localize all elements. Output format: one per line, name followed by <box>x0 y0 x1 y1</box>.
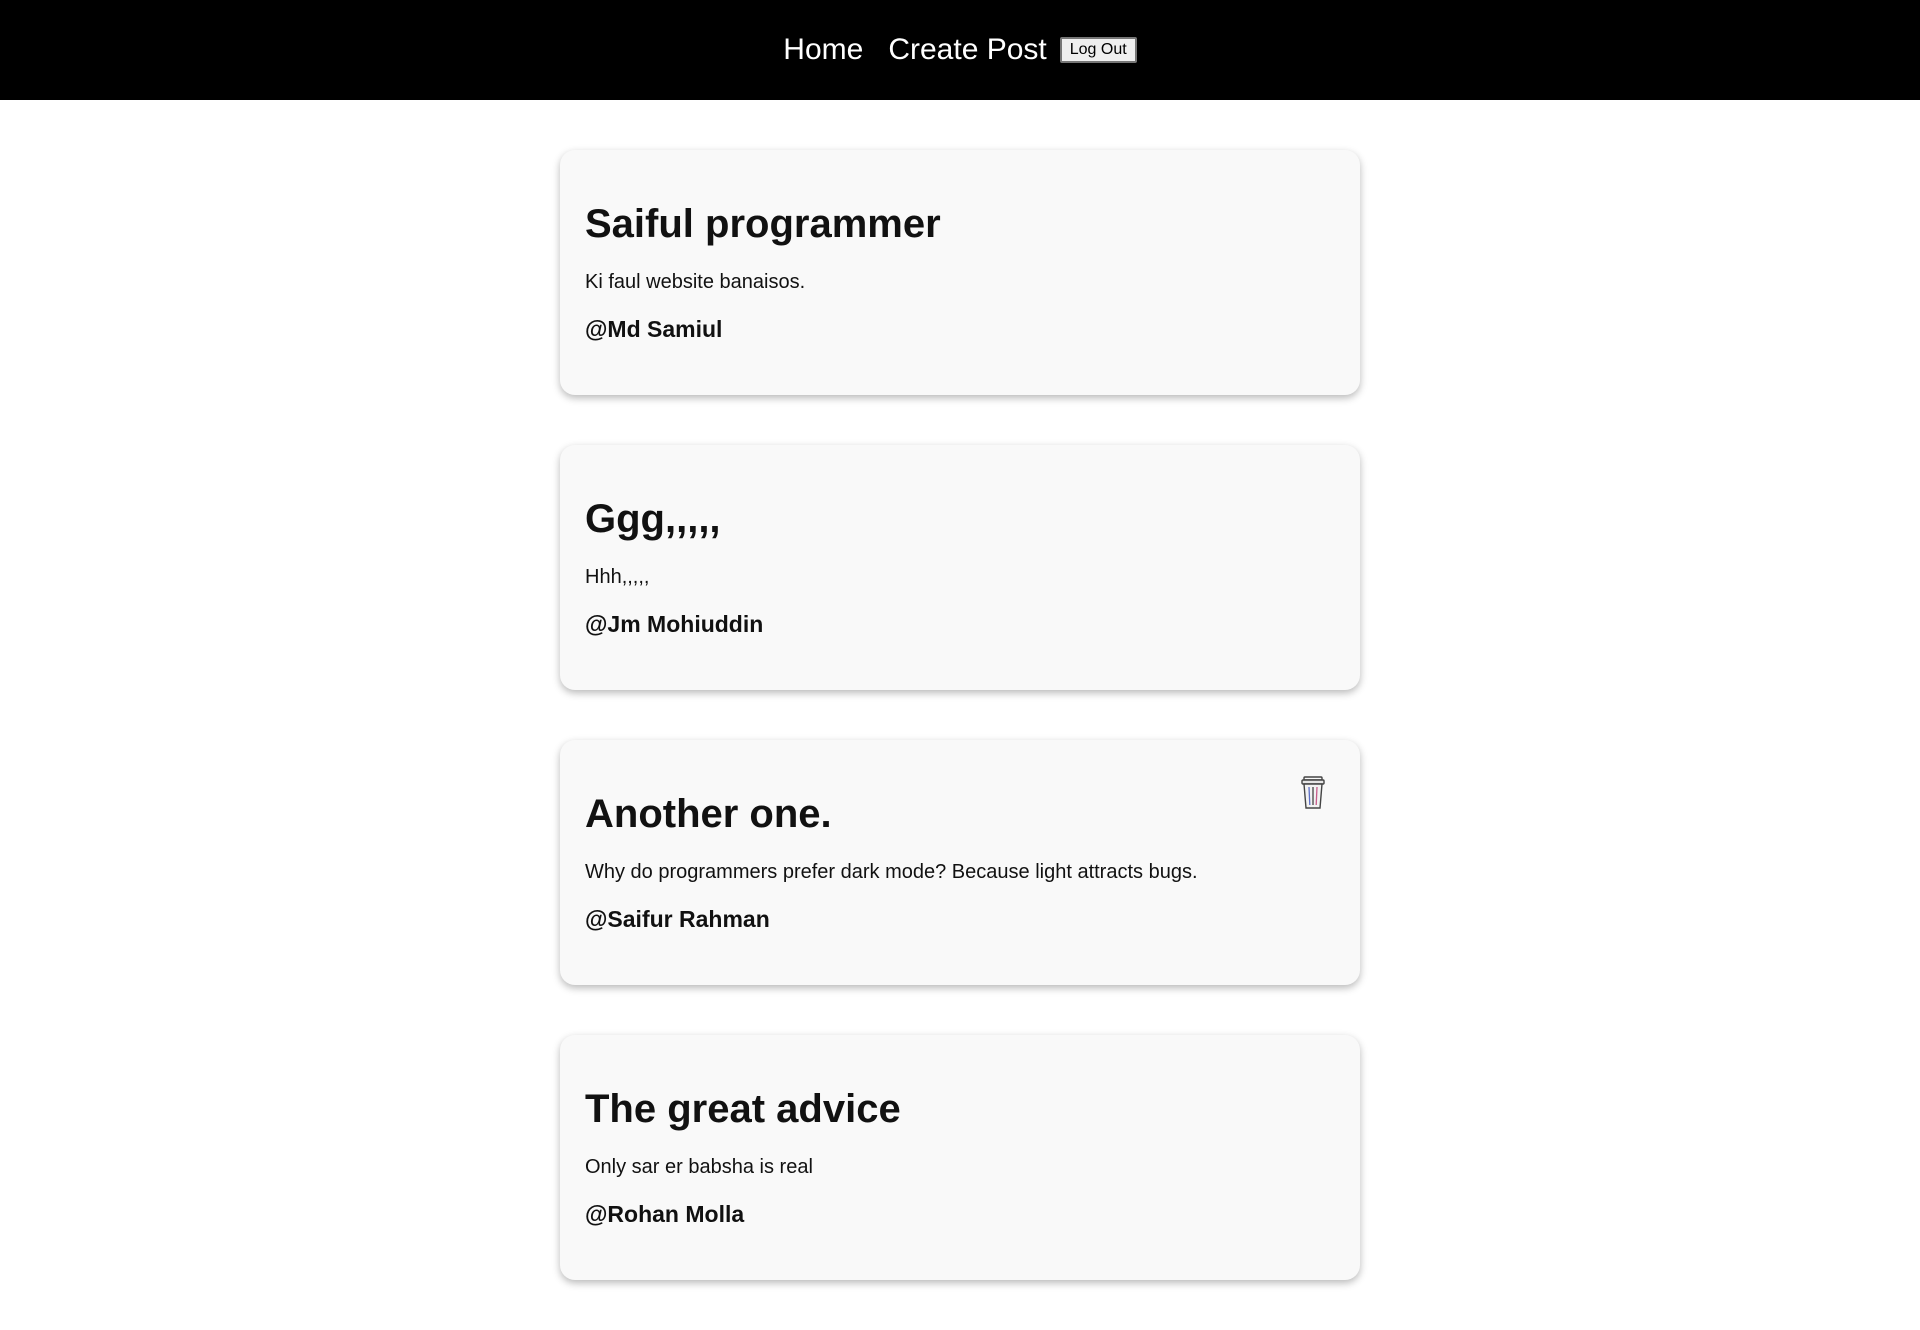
post-body: Ki faul website banaisos. <box>585 271 806 293</box>
nav-home-link[interactable]: Home <box>783 35 863 65</box>
delete-post-button[interactable] <box>1300 776 1326 810</box>
post-title: Saiful programmer <box>585 202 941 246</box>
navbar: Home Create Post Log Out <box>0 0 1920 100</box>
post-title: The great advice <box>585 1087 901 1131</box>
logout-button[interactable]: Log Out <box>1059 37 1137 63</box>
post-author: @Md Samiul <box>585 316 723 342</box>
post-body: Only sar er babsha is real <box>585 1156 813 1178</box>
post-card: Ggg,,,,, Hhh,,,,, @Jm Mohiuddin <box>560 445 1360 690</box>
post-body: Why do programmers prefer dark mode? Bec… <box>585 861 1198 883</box>
post-card: Another one. Why do programmers prefer d… <box>560 740 1360 985</box>
post-card: Saiful programmer Ki faul website banais… <box>560 150 1360 395</box>
posts-list: Saiful programmer Ki faul website banais… <box>560 150 1360 1330</box>
nav-create-post-link[interactable]: Create Post <box>888 35 1046 65</box>
post-author: @Rohan Molla <box>585 1201 745 1227</box>
trash-can-icon <box>1300 776 1326 813</box>
post-body: Hhh,,,,, <box>585 566 650 588</box>
post-author: @Saifur Rahman <box>585 906 770 932</box>
post-title: Ggg,,,,, <box>585 497 721 541</box>
post-card: The great advice Only sar er babsha is r… <box>560 1035 1360 1280</box>
post-author: @Jm Mohiuddin <box>585 611 764 637</box>
post-title: Another one. <box>585 792 832 836</box>
